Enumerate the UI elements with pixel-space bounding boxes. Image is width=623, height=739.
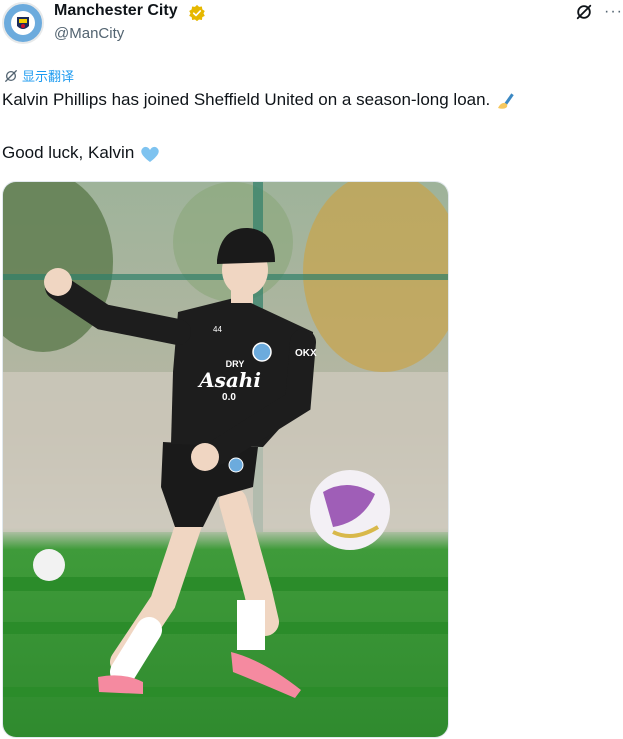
tweet-photo[interactable]: DRY Asahi 0.0 44 OKX: [2, 181, 449, 738]
manchester-city-crest-icon: [5, 5, 41, 41]
translate-icon: [5, 69, 17, 82]
jersey-number: 44: [213, 325, 222, 334]
jersey-sponsor: Asahi: [197, 368, 261, 392]
tweet-text: Good luck, Kalvin: [2, 143, 135, 162]
jersey-sleeve-sponsor: OKX: [295, 348, 317, 359]
writing-hand-emoji: [498, 92, 514, 109]
display-name[interactable]: Manchester City: [54, 2, 178, 20]
tweet-text-line: Good luck, Kalvin: [2, 143, 161, 164]
grok-icon[interactable]: [575, 3, 593, 21]
light-blue-heart-emoji: [141, 146, 159, 162]
more-options-icon[interactable]: ···: [604, 3, 623, 21]
jersey-sponsor-sub: 0.0: [222, 392, 236, 403]
translate-label: 显示翻译: [22, 69, 75, 84]
training-photo: DRY Asahi 0.0 44 OKX: [3, 182, 448, 737]
verified-badge-icon: [189, 4, 205, 22]
avatar[interactable]: [2, 2, 44, 44]
handle[interactable]: @ManCity: [54, 25, 124, 42]
tweet-text-line: Kalvin Phillips has joined Sheffield Uni…: [2, 90, 517, 111]
tweet-text: Kalvin Phillips has joined Sheffield Uni…: [2, 90, 491, 109]
translate-link[interactable]: 显示翻译: [4, 66, 74, 85]
